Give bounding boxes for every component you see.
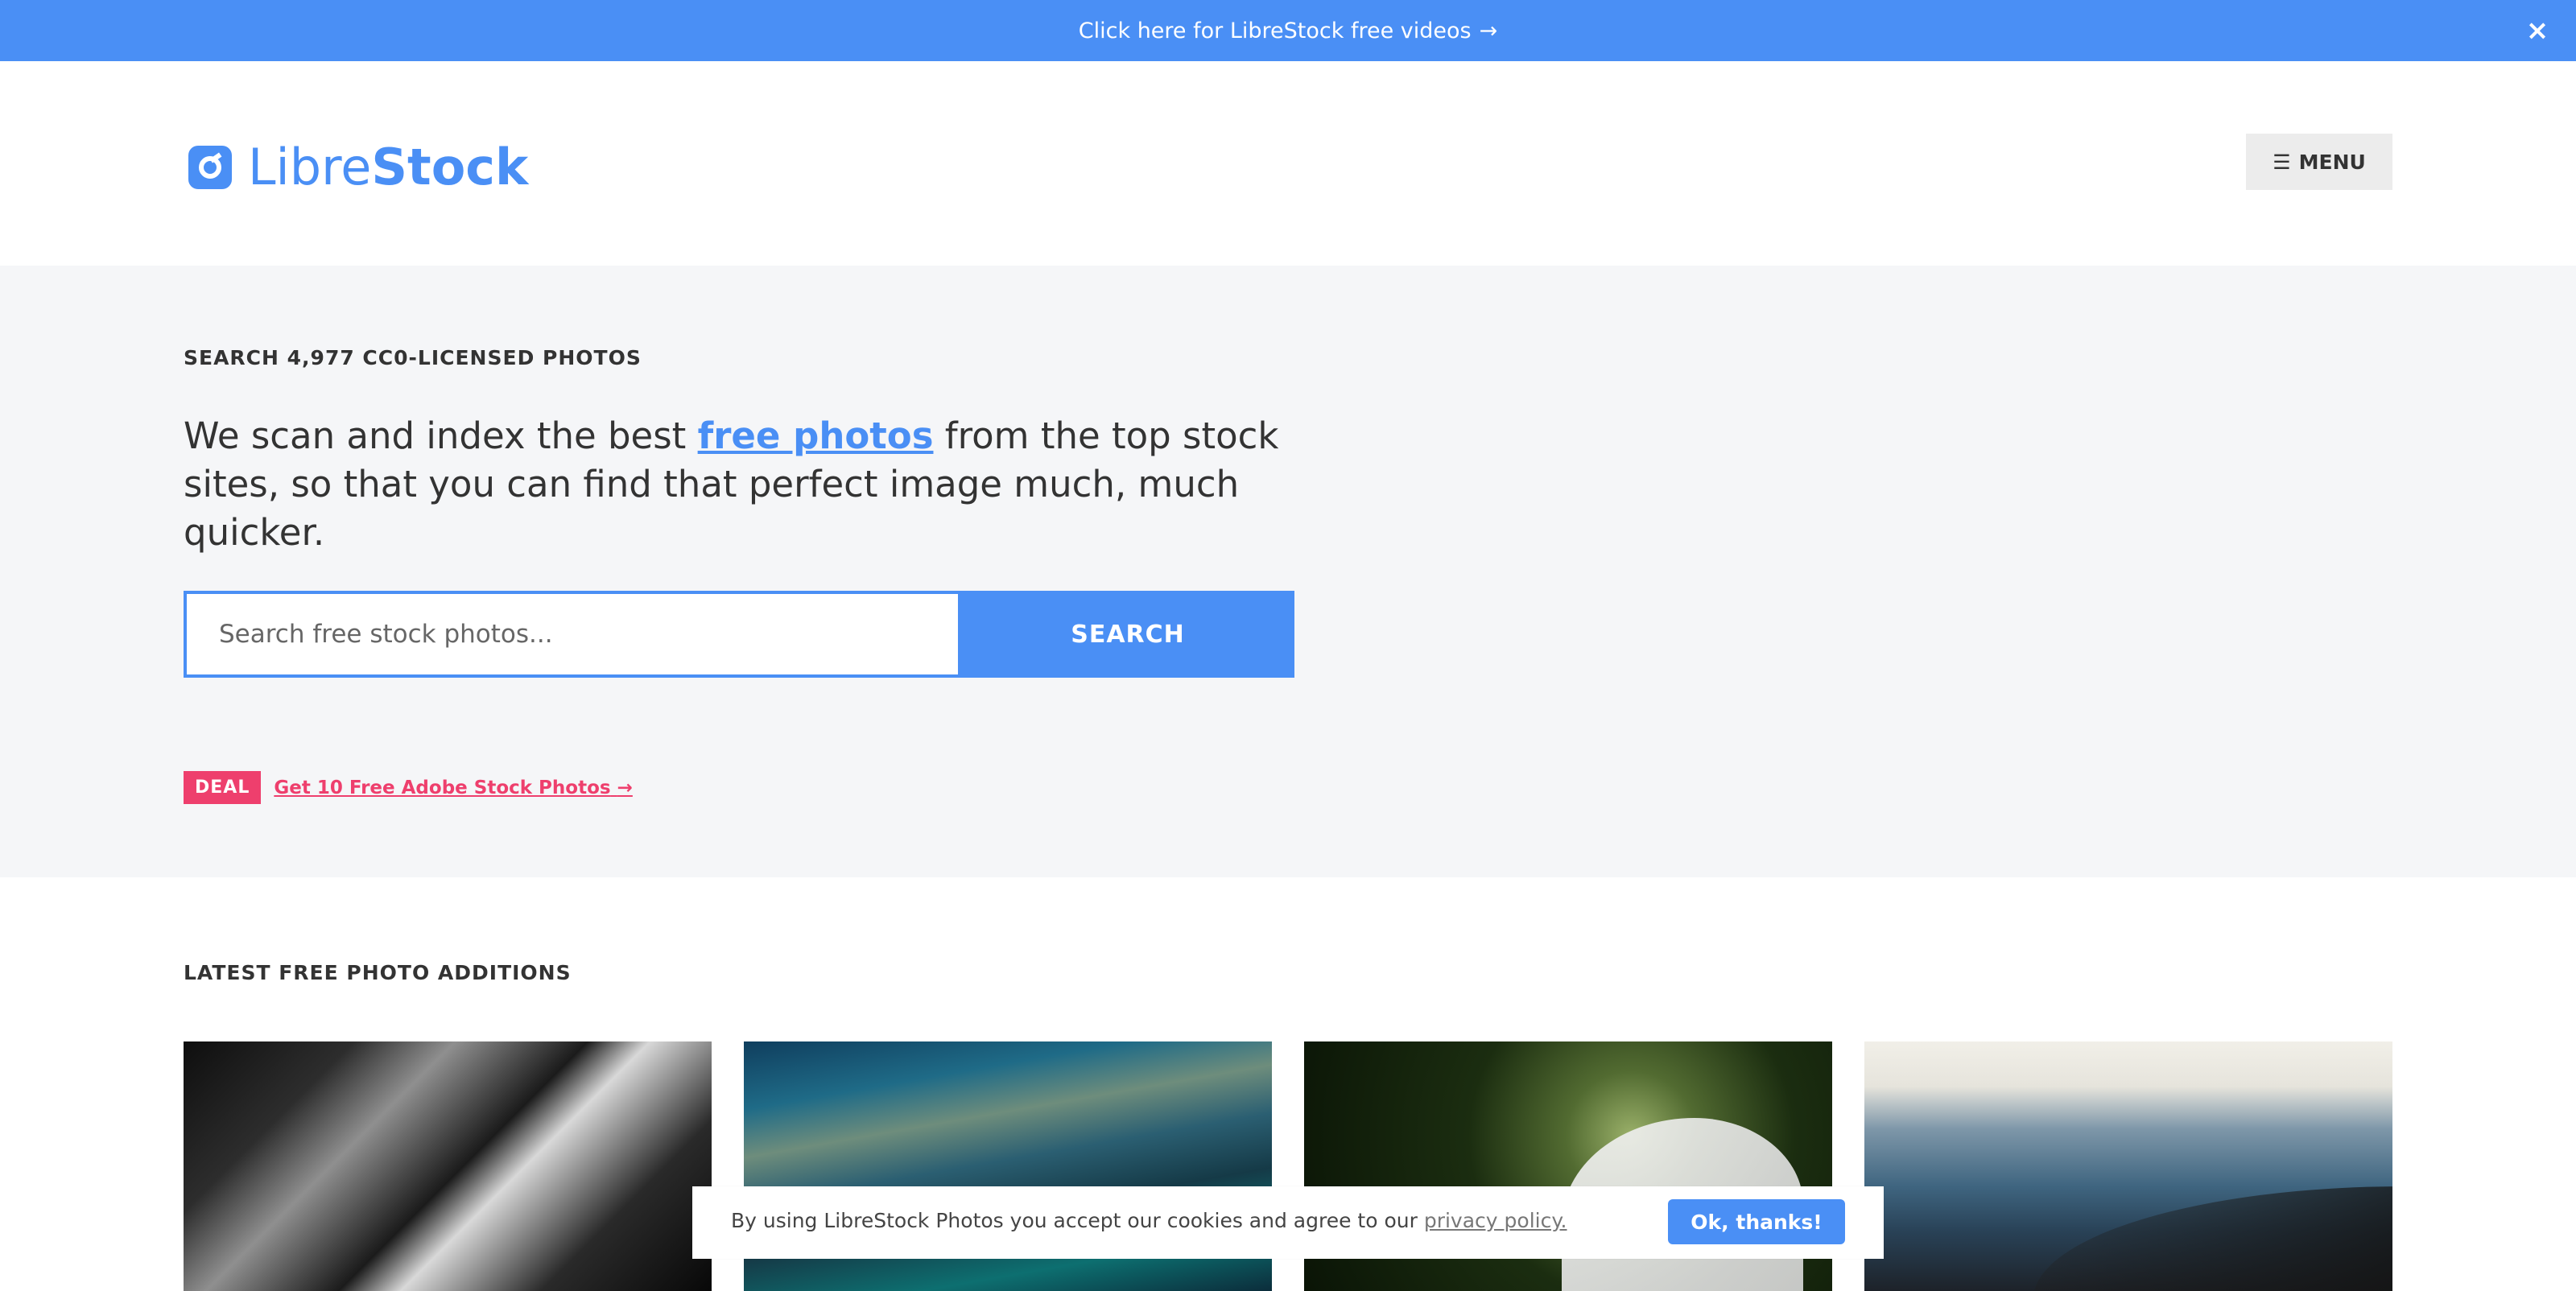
adobe-stock-deal-link[interactable]: Get 10 Free Adobe Stock Photos → xyxy=(274,777,633,798)
top-announcement-bar: Click here for LibreStock free videos → … xyxy=(0,0,2576,61)
videos-link[interactable]: Click here for LibreStock free videos → xyxy=(1079,19,1497,43)
site-logo[interactable]: LibreStock xyxy=(188,138,528,196)
search-button[interactable]: SEARCH xyxy=(961,591,1294,678)
deal-row: DEAL Get 10 Free Adobe Stock Photos → xyxy=(184,771,633,804)
menu-label: MENU xyxy=(2298,150,2366,174)
right-arrow-icon: → xyxy=(1479,18,1498,43)
search-form: SEARCH xyxy=(184,591,1294,678)
hero-intro: We scan and index the best free photos f… xyxy=(184,412,1311,557)
photo-card[interactable] xyxy=(184,1041,712,1291)
deal-badge: DEAL xyxy=(184,771,262,804)
videos-link-text: Click here for LibreStock free videos xyxy=(1078,18,1472,43)
cookie-message: By using LibreStock Photos you accept ou… xyxy=(731,1209,1567,1232)
hero-eyebrow: SEARCH 4,977 CC0-LICENSED PHOTOS xyxy=(184,346,642,369)
hero-section: SEARCH 4,977 CC0-LICENSED PHOTOS We scan… xyxy=(0,266,2576,877)
hero-intro-prefix: We scan and index the best xyxy=(184,415,698,457)
privacy-policy-link[interactable]: privacy policy. xyxy=(1424,1209,1567,1232)
cookie-message-text: By using LibreStock Photos you accept ou… xyxy=(731,1209,1424,1232)
site-header: LibreStock ☰ MENU xyxy=(0,61,2576,266)
cookie-accept-button[interactable]: Ok, thanks! xyxy=(1668,1199,1845,1244)
photo-card[interactable] xyxy=(1864,1041,2392,1291)
deal-link-text: Get 10 Free Adobe Stock Photos xyxy=(274,777,611,798)
close-icon[interactable]: × xyxy=(2523,14,2552,47)
search-input[interactable] xyxy=(184,591,961,678)
logo-text-libre: Libre xyxy=(248,138,372,196)
menu-button[interactable]: ☰ MENU xyxy=(2246,134,2392,190)
deal-arrow-icon: → xyxy=(617,777,633,798)
free-photos-link[interactable]: free photos xyxy=(698,415,934,457)
cookie-consent-bar: By using LibreStock Photos you accept ou… xyxy=(692,1186,1884,1259)
logo-icon xyxy=(188,145,232,189)
menu-icon: ☰ xyxy=(2273,150,2291,174)
latest-photos-title: LATEST FREE PHOTO ADDITIONS xyxy=(184,961,572,984)
logo-text-stock: Stock xyxy=(371,138,529,196)
